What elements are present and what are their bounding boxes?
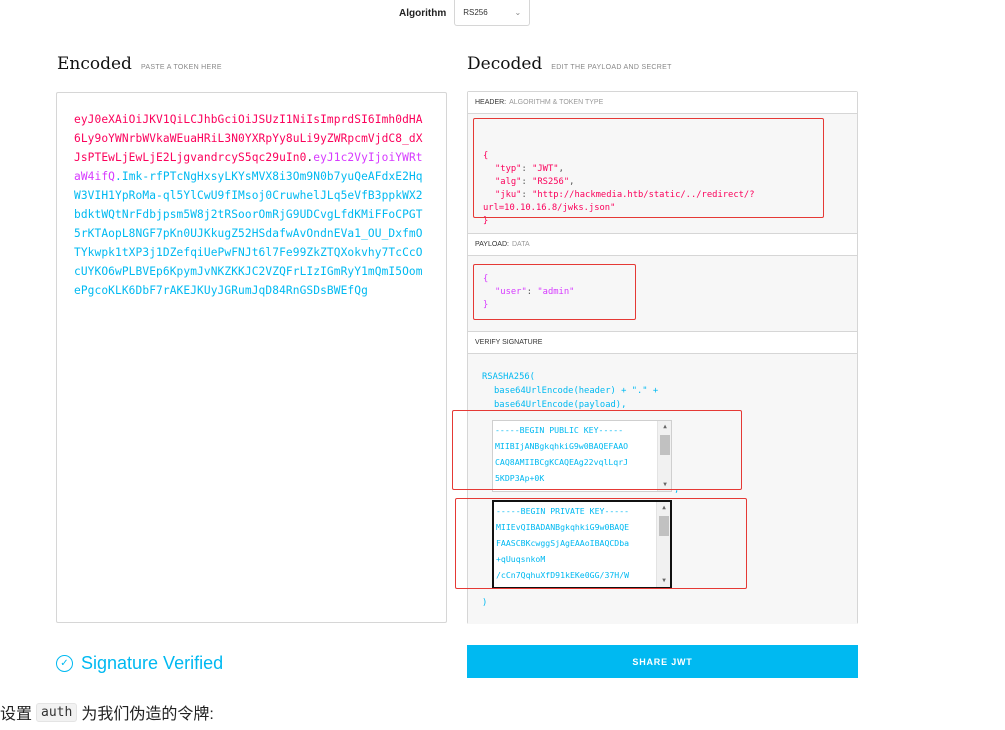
json-line-typ: "typ": "JWT", bbox=[495, 164, 564, 174]
public-key-scrollbar[interactable]: ▲ ▼ bbox=[657, 421, 671, 491]
signature-line-header: base64UrlEncode(header) + "." + bbox=[494, 386, 659, 396]
payload-json: { "user": "admin" } bbox=[483, 273, 574, 312]
private-key-line: -----BEGIN PRIVATE KEY----- bbox=[496, 506, 630, 516]
header-section-label: HEADER: ALGORITHM & TOKEN TYPE bbox=[468, 92, 857, 114]
public-key-line: MIIBIjANBgkqhkiG9w0BAQEFAAO bbox=[495, 441, 629, 451]
json-brace: { bbox=[483, 274, 489, 284]
signature-comma: , bbox=[674, 485, 680, 495]
header-json: { "typ": "JWT", "alg": "RS256", "jku": "… bbox=[483, 150, 755, 228]
blog-text-suffix: 为我们伪造的令牌: bbox=[81, 706, 214, 723]
blog-paragraph: 设置 auth 为我们伪造的令牌: bbox=[0, 700, 214, 724]
signature-function: RSASHA256( bbox=[482, 372, 535, 382]
header-label: HEADER: bbox=[475, 99, 507, 106]
scroll-thumb[interactable] bbox=[659, 516, 669, 536]
signature-verified-label: Signature Verified bbox=[81, 653, 224, 673]
public-key-textarea[interactable]: -----BEGIN PUBLIC KEY----- MIIBIjANBgkqh… bbox=[492, 420, 672, 492]
algorithm-selector: Algorithm RS256 ⌄ bbox=[399, 0, 531, 26]
share-jwt-button[interactable]: SHARE JWT bbox=[467, 645, 858, 678]
payload-sublabel: DATA bbox=[511, 241, 530, 248]
public-key-line: 5KDP3Ap+0K bbox=[495, 473, 545, 483]
json-key: "user" bbox=[495, 287, 527, 297]
algorithm-dropdown[interactable]: RS256 ⌄ bbox=[454, 0, 531, 26]
algorithm-value: RS256 bbox=[463, 8, 488, 17]
header-sublabel: ALGORITHM & TOKEN TYPE bbox=[509, 99, 604, 106]
encoded-heading: Encoded bbox=[57, 54, 132, 74]
decoded-panel: HEADER: ALGORITHM & TOKEN TYPE { "typ": … bbox=[467, 91, 858, 624]
payload-json-editor[interactable]: { "user": "admin" } bbox=[468, 256, 857, 332]
json-brace: { bbox=[483, 151, 489, 161]
scroll-up-icon[interactable]: ▲ bbox=[657, 502, 670, 514]
json-value: "JWT" bbox=[532, 164, 559, 174]
private-key-line: +qUuqsnkoM bbox=[496, 554, 546, 564]
private-key-line: MIIEvQIBADANBgkqhkiG9w0BAQE bbox=[496, 522, 630, 532]
encoded-token-editor[interactable]: eyJ0eXAiOiJKV1QiLCJhbGciOiJSUzI1NiIsImpr… bbox=[56, 92, 447, 623]
scroll-up-icon[interactable]: ▲ bbox=[658, 421, 671, 433]
token-separator: . bbox=[115, 170, 122, 183]
private-key-textarea[interactable]: -----BEGIN PRIVATE KEY----- MIIEvQIBADAN… bbox=[492, 500, 672, 589]
json-key: "jku" bbox=[495, 190, 522, 200]
scroll-down-icon[interactable]: ▼ bbox=[657, 575, 670, 587]
public-key-line: CAQ8AMIIBCgKCAQEAg22vqlLqrJ bbox=[495, 457, 629, 467]
algorithm-label: Algorithm bbox=[399, 7, 447, 19]
json-brace: } bbox=[483, 300, 489, 310]
payload-label: PAYLOAD: bbox=[475, 241, 509, 248]
json-key: "typ" bbox=[495, 164, 522, 174]
private-key-line: /cCn7QqhuXfD91kEKe0GG/37H/W bbox=[496, 570, 630, 580]
check-circle-icon: ✓ bbox=[56, 655, 73, 672]
json-brace: } bbox=[483, 216, 489, 226]
decoded-title: Decoded EDIT THE PAYLOAD AND SECRET bbox=[467, 54, 672, 74]
signature-status: ✓ Signature Verified bbox=[56, 653, 223, 674]
verify-section-label: VERIFY SIGNATURE bbox=[468, 332, 857, 354]
scroll-thumb[interactable] bbox=[660, 435, 670, 455]
encoded-subheading: PASTE A TOKEN HERE bbox=[140, 64, 222, 71]
encoded-title: Encoded PASTE A TOKEN HERE bbox=[57, 54, 222, 74]
verify-signature-body: RSASHA256( base64UrlEncode(header) + "."… bbox=[468, 354, 857, 624]
decoded-heading: Decoded bbox=[467, 54, 543, 74]
payload-section-label: PAYLOAD: DATA bbox=[468, 234, 857, 256]
json-key: "alg" bbox=[495, 177, 522, 187]
chevron-down-icon: ⌄ bbox=[514, 8, 522, 17]
json-line-jku: "jku": "http://hackmedia.htb/static/../r… bbox=[495, 190, 755, 200]
blog-text-prefix: 设置 bbox=[0, 706, 33, 723]
private-key-scrollbar[interactable]: ▲ ▼ bbox=[656, 502, 670, 587]
signature-code: RSASHA256( base64UrlEncode(header) + "."… bbox=[482, 370, 658, 412]
header-json-editor[interactable]: { "typ": "JWT", "alg": "RS256", "jku": "… bbox=[468, 114, 857, 234]
inline-code: auth bbox=[36, 702, 78, 722]
json-value: "RS256" bbox=[532, 177, 570, 187]
signature-close-paren: ) bbox=[482, 598, 488, 608]
json-value: url=10.10.16.8/jwks.json" bbox=[483, 203, 616, 213]
json-line-alg: "alg": "RS256", bbox=[495, 177, 575, 187]
scroll-down-icon[interactable]: ▼ bbox=[658, 479, 671, 491]
decoded-subheading: EDIT THE PAYLOAD AND SECRET bbox=[551, 64, 672, 71]
encoded-token-text[interactable]: eyJ0eXAiOiJKV1QiLCJhbGciOiJSUzI1NiIsImpr… bbox=[74, 110, 429, 300]
public-key-line: -----BEGIN PUBLIC KEY----- bbox=[495, 425, 624, 435]
json-value: "http://hackmedia.htb/static/../redirect… bbox=[532, 190, 755, 200]
json-line-jku-cont: url=10.10.16.8/jwks.json" bbox=[483, 202, 755, 215]
verify-label: VERIFY SIGNATURE bbox=[475, 339, 543, 346]
signature-line-payload: base64UrlEncode(payload), bbox=[494, 400, 627, 410]
token-signature-part: Imk-rfPTcNgHxsyLKYsMVX8i3Om9N0b7yuQeAFdx… bbox=[74, 170, 423, 297]
private-key-line: FAASCBKcwggSjAgEAAoIBAQCDba bbox=[496, 538, 630, 548]
json-value: "admin" bbox=[537, 287, 575, 297]
json-line-user: "user": "admin" bbox=[495, 287, 575, 297]
